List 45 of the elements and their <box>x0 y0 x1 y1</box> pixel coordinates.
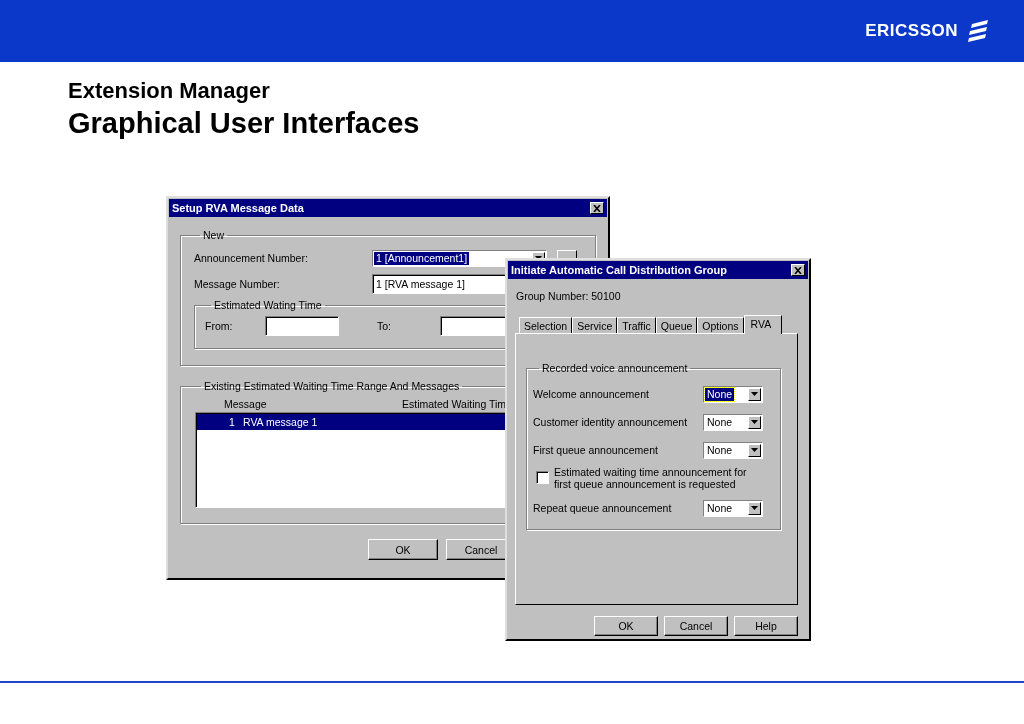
field-label: First queue announcement <box>533 444 659 456</box>
checkbox-label: Estimated waiting time announcement for first queue announcement is requested <box>554 466 748 490</box>
dropdown-value: 1 [Announcement1] <box>374 251 470 265</box>
slide-title: Graphical User Interfaces <box>68 106 421 141</box>
field-label: Repeat queue announcement <box>533 502 673 514</box>
window-title: Initiate Automatic Call Distribution Group <box>511 264 727 276</box>
tab[interactable]: Service <box>572 317 618 333</box>
group-label: New <box>203 229 224 241</box>
dropdown-value: None <box>705 387 735 401</box>
tab[interactable]: RVA <box>743 315 783 334</box>
dialog-button[interactable]: Cancel <box>664 616 728 636</box>
field-label: Message Number: <box>194 278 281 290</box>
field-label: Welcome announcement <box>533 388 650 400</box>
announcement-dropdown[interactable]: None <box>703 441 763 459</box>
group-label: Existing Estimated Waiting Time Range And Messages <box>204 380 460 392</box>
window-title: Setup RVA Message Data <box>172 202 304 214</box>
from-field[interactable] <box>265 316 339 336</box>
field-label: To: <box>377 320 392 332</box>
dialog-button[interactable]: OK <box>594 616 658 636</box>
dropdown-value: None <box>706 415 734 429</box>
group-label: Recorded voice announcement <box>542 362 688 374</box>
checkbox[interactable] <box>536 471 549 484</box>
stripes-logo-icon <box>968 20 990 42</box>
close-button[interactable] <box>791 264 805 276</box>
field-label: From: <box>205 320 234 332</box>
announcement-dropdown[interactable]: None <box>703 385 763 403</box>
tab[interactable]: Options <box>697 317 744 333</box>
close-icon <box>593 204 601 212</box>
dialog-button[interactable]: Help <box>734 616 798 636</box>
announcement-dropdown[interactable]: None <box>703 413 763 431</box>
dropdown-value: None <box>706 443 734 457</box>
close-button[interactable] <box>590 202 604 214</box>
tab[interactable]: Queue <box>655 317 698 333</box>
column-header: Message <box>224 398 268 410</box>
field-label: Announcement Number: <box>194 252 309 264</box>
group-label: Estimated Wating Time <box>214 299 322 311</box>
tab[interactable]: Selection <box>519 317 573 333</box>
tab[interactable]: Traffic <box>617 317 656 333</box>
announcement-dropdown[interactable]: None <box>703 499 763 517</box>
brand-name: ERICSSON <box>865 21 958 41</box>
column-header: Estimated Waiting Tim <box>402 398 507 410</box>
close-icon <box>794 266 802 274</box>
slide-subtitle: Extension Manager <box>68 77 271 105</box>
dropdown-value: None <box>706 501 734 515</box>
dialog-button[interactable]: OK <box>368 539 438 560</box>
